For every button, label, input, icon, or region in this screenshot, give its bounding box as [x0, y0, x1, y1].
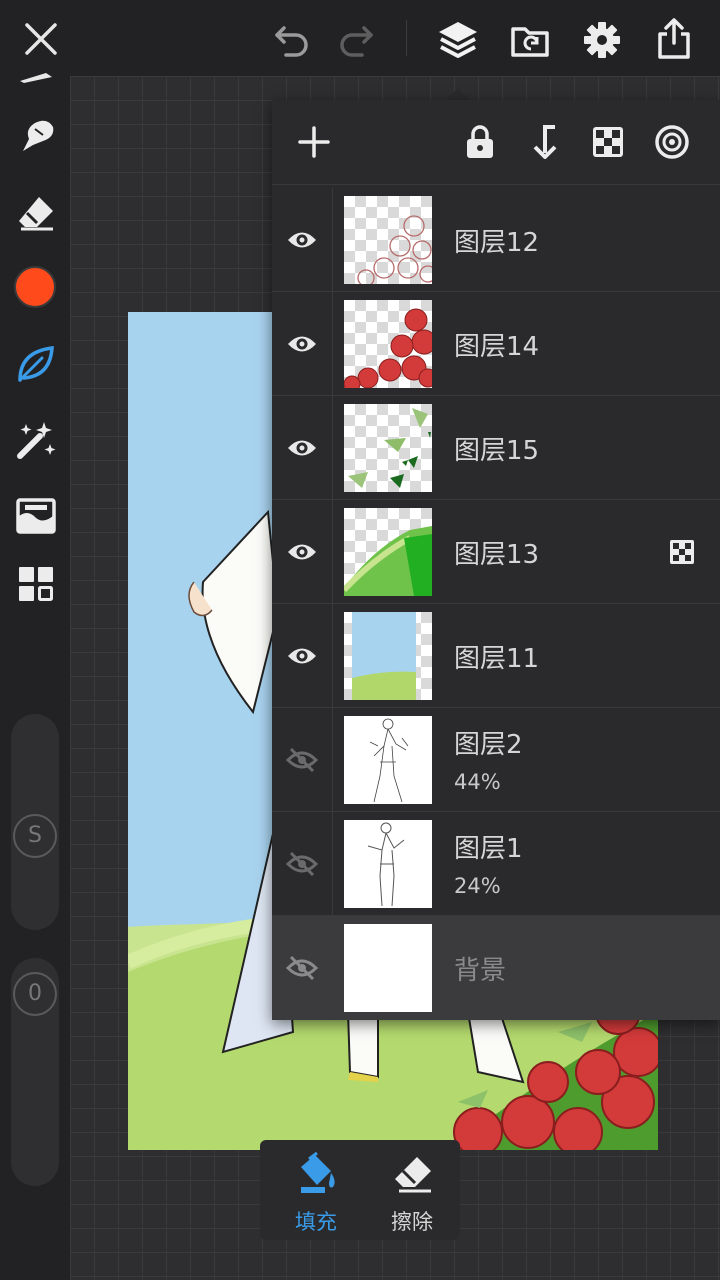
layers-panel: 图层12 图层14 图层15 图层13 图层11 图层2 44% 图层1 24%… — [272, 100, 720, 1020]
redo-icon[interactable] — [334, 18, 378, 62]
layer-thumbnail — [344, 300, 432, 388]
layers-icon[interactable] — [434, 16, 482, 64]
layers-toolbar — [272, 100, 720, 185]
brush-size-label: S — [13, 814, 57, 858]
adjust-icon[interactable] — [12, 492, 60, 540]
share-icon[interactable] — [650, 14, 698, 64]
layer-row[interactable]: 图层12 — [272, 188, 720, 292]
layer-name: 图层1 — [454, 834, 523, 864]
layer-thumbnail — [344, 924, 432, 1012]
brush-icon[interactable] — [14, 70, 58, 86]
opacity-label: 0 — [13, 972, 57, 1016]
undo-icon[interactable] — [270, 18, 314, 62]
layer-opacity: 44% — [454, 770, 501, 794]
visibility-eye-icon[interactable] — [282, 532, 322, 572]
layer-name: 图层15 — [454, 436, 540, 466]
layer-row[interactable]: 图层11 — [272, 604, 720, 708]
visibility-eye-icon[interactable] — [282, 636, 322, 676]
color-swatch[interactable] — [12, 264, 58, 310]
top-toolbar — [0, 0, 720, 76]
layer-row[interactable]: 图层14 — [272, 292, 720, 396]
merge-down-icon[interactable] — [522, 120, 566, 164]
layer-row[interactable]: 图层13 — [272, 500, 720, 604]
magic-wand-icon[interactable] — [12, 416, 60, 464]
layer-thumbnail — [344, 612, 432, 700]
row-divider — [332, 292, 333, 396]
paint-bucket-icon — [294, 1150, 340, 1196]
row-divider — [332, 188, 333, 292]
reference-icon[interactable] — [650, 120, 694, 164]
bottom-tool-palette: 填充 擦除 — [260, 1140, 460, 1240]
layer-thumbnail — [344, 196, 432, 284]
row-divider — [332, 916, 333, 1020]
row-divider — [332, 396, 333, 500]
eraser-icon[interactable] — [12, 188, 60, 236]
row-divider — [332, 604, 333, 708]
row-divider — [332, 500, 333, 604]
layer-name: 背景 — [454, 956, 507, 986]
layer-row[interactable]: 图层15 — [272, 396, 720, 500]
alpha-lock-indicator-icon — [668, 538, 696, 566]
add-icon[interactable] — [292, 120, 336, 164]
layer-thumbnail — [344, 404, 432, 492]
layer-row[interactable]: 图层1 24% — [272, 812, 720, 916]
settings-icon[interactable] — [578, 16, 626, 64]
hidden-eye-icon[interactable] — [282, 844, 322, 884]
smudge-icon[interactable] — [12, 112, 60, 160]
layer-name: 图层14 — [454, 332, 540, 362]
row-divider — [332, 812, 333, 916]
close-icon[interactable] — [18, 16, 64, 62]
layer-name: 图层11 — [454, 644, 540, 674]
lock-icon[interactable] — [458, 120, 502, 164]
hidden-eye-icon[interactable] — [282, 948, 322, 988]
row-divider — [332, 708, 333, 812]
tool-sidebar: S 0 — [0, 73, 70, 1280]
layer-thumbnail — [344, 508, 432, 596]
visibility-eye-icon[interactable] — [282, 220, 322, 260]
toolbar-divider — [406, 20, 407, 56]
visibility-eye-icon[interactable] — [282, 428, 322, 468]
alpha-lock-icon[interactable] — [586, 120, 630, 164]
import-icon[interactable] — [506, 16, 554, 64]
erase-button[interactable]: 擦除 — [362, 1146, 462, 1236]
fill-button[interactable]: 填充 — [266, 1146, 366, 1236]
eraser-icon — [390, 1150, 436, 1196]
layer-thumbnail — [344, 820, 432, 908]
layer-row-selected[interactable]: 背景 — [272, 916, 720, 1020]
layer-opacity: 24% — [454, 874, 501, 898]
layer-row[interactable]: 图层2 44% — [272, 708, 720, 812]
layer-thumbnail — [344, 716, 432, 804]
gallery-icon[interactable] — [12, 560, 60, 608]
fill-label: 填充 — [295, 1210, 337, 1234]
layer-name: 图层12 — [454, 228, 540, 258]
layer-name: 图层2 — [454, 730, 523, 760]
leaf-brush-icon[interactable] — [12, 340, 60, 388]
hidden-eye-icon[interactable] — [282, 740, 322, 780]
erase-label: 擦除 — [391, 1210, 433, 1234]
layer-name: 图层13 — [454, 540, 540, 570]
panel-caret — [446, 88, 470, 100]
visibility-eye-icon[interactable] — [282, 324, 322, 364]
